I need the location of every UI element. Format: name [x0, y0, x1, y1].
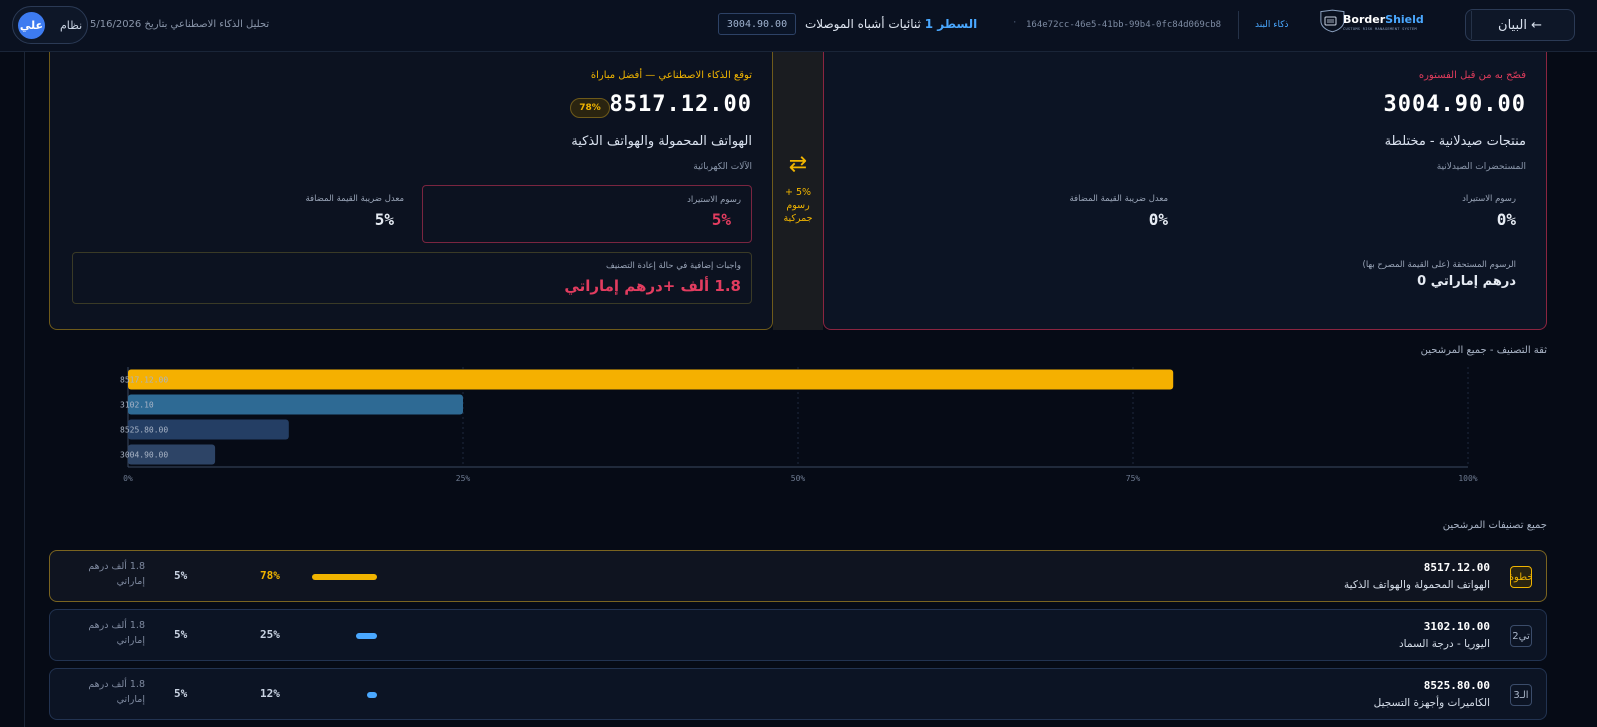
- x-tick-label: 25%: [456, 474, 471, 483]
- swap-arrows-icon: ⇄: [788, 152, 808, 177]
- confidence-bar-track: [312, 633, 377, 639]
- declared-duty-label: رسوم الاستيراد: [1462, 194, 1516, 204]
- declared-vat-value: 0%: [1148, 210, 1168, 229]
- logo-tagline: CUSTOMS RISK MANAGEMENT SYSTEM: [1343, 27, 1417, 31]
- content-border: [24, 52, 25, 727]
- duties-owed-label: الرسوم المستحقة (على القيمة المصرح بها): [1362, 260, 1516, 270]
- declared-title: فصّح به من قبل الفستوره: [1418, 70, 1526, 81]
- duties-owed-value: درهم إماراتي 0: [1417, 274, 1516, 289]
- x-tick-label: 50%: [791, 474, 806, 483]
- rank-badge: 1الخطوة: [1510, 566, 1532, 588]
- additional-duties-box: واجبات إضافية في حالة إعادة التصنيف 1.8 …: [72, 252, 752, 304]
- confidence-chart: 0% 25% 50% 75% 100% 8517.12.00 3102.10 8525.80.…: [120, 367, 1478, 483]
- confidence-bar-track: [312, 692, 377, 698]
- candidate-extra-duty: 1.8 ألف درهم إماراتي: [88, 561, 145, 587]
- candidate-extra-duty: 1.8 ألف درهم إماراتي: [88, 679, 145, 705]
- candidate-name: اليوريا - درجة السماد: [1399, 638, 1490, 650]
- divider: [1471, 11, 1472, 39]
- candidate-extra-duty: 1.8 ألف درهم إماراتي: [88, 620, 145, 646]
- chart-bar: [128, 369, 1174, 390]
- declared-hs-code: 3004.90.00: [1383, 92, 1526, 117]
- candidate-row[interactable]: 1الخطوة 8517.12.00 الهواتف المحمولة واله…: [49, 550, 1547, 602]
- row-title: السطر 1 ثنائيات أشباه الموصلات: [805, 17, 977, 31]
- candidate-name: الهواتف المحمولة والهواتف الذكية: [1344, 579, 1490, 591]
- ai-category: الآلات الكهربائية: [693, 162, 752, 172]
- confidence-bar: [356, 633, 377, 639]
- candidate-row[interactable]: 2تي 3102.10.00 اليوريا - درجة السماد 25%…: [49, 609, 1547, 661]
- row-label: السطر 1: [924, 17, 978, 31]
- declared-card: فصّح به من قبل الفستوره 3004.90.00 منتجا…: [823, 52, 1547, 330]
- declared-hs-code-chip: 3004.90.00: [718, 13, 796, 35]
- top-bar: البيان ← BorderShield CUSTOMS RISK MANAG…: [0, 0, 1597, 52]
- analysis-date: تحليل الذكاء الاصطناعي بتاريخ 5/16/2026: [90, 19, 270, 30]
- back-to-declaration-button[interactable]: البيان ←: [1465, 9, 1575, 41]
- ai-title: توقع الذكاء الاصطناعي — أفضل مباراة: [590, 70, 752, 81]
- declared-duty-value: 0%: [1496, 210, 1516, 229]
- confidence-badge: 78%: [570, 98, 610, 118]
- user-role: نظام: [60, 19, 83, 32]
- separator-dot: ·: [1012, 18, 1018, 28]
- declared-category: المستحضرات الصيدلانية: [1436, 162, 1526, 172]
- candidate-name: الكاميرات وأجهزة التسجيل: [1373, 697, 1490, 709]
- candidate-confidence: 78%: [260, 569, 280, 582]
- declared-vat-label: معدل ضريبة القيمة المضافة: [1069, 194, 1168, 204]
- category-label: 3004.90.00: [120, 451, 168, 460]
- ai-duty-box: رسوم الاستيراد 5%: [422, 185, 752, 243]
- x-tick-label: 0%: [123, 474, 133, 483]
- logo-wordmark: BorderShield: [1343, 13, 1424, 26]
- candidate-confidence: 25%: [260, 628, 280, 641]
- candidate-duty-rate: 5%: [174, 687, 188, 700]
- category-label: 8525.80.00: [120, 426, 168, 435]
- swap-indicator: ⇄ + 5% رسوم جمركية: [773, 52, 823, 330]
- user-menu[interactable]: علي نظام: [12, 6, 88, 44]
- ai-vat-label: معدل ضريبة القيمة المضافة: [305, 194, 404, 204]
- candidate-hs-code: 3102.10.00: [1423, 620, 1490, 633]
- divider: [1238, 11, 1239, 39]
- ai-prediction-card: توقع الذكاء الاصطناعي — أفضل مباراة 8517…: [49, 52, 773, 330]
- x-tick-label: 100%: [1458, 474, 1477, 483]
- candidate-duty-rate: 5%: [174, 628, 188, 641]
- ai-vat-value: 5%: [374, 210, 394, 229]
- category-label: 8517.12.00: [120, 376, 168, 385]
- candidate-confidence: 12%: [260, 687, 280, 700]
- additional-duties-value: 1.8 ألف +درهم إماراتي: [564, 277, 741, 295]
- candidate-hs-code: 8517.12.00: [1423, 561, 1490, 574]
- candidate-duty-rate: 5%: [174, 569, 188, 582]
- candidate-row[interactable]: 3الـ 8525.80.00 الكاميرات وأجهزة التسجيل…: [49, 668, 1547, 720]
- confidence-bar: [367, 692, 377, 698]
- ai-duty-value: 5%: [711, 210, 731, 229]
- category-label: 3102.10: [120, 401, 154, 410]
- avatar: علي: [18, 12, 45, 39]
- extra-duty-note: + 5% رسوم جمركية: [783, 187, 813, 224]
- rank-badge: 3الـ: [1510, 684, 1532, 706]
- additional-duties-label: واجبات إضافية في حالة إعادة التصنيف: [606, 261, 741, 271]
- confidence-bar: [312, 574, 377, 580]
- row-product: ثنائيات أشباه الموصلات: [805, 17, 921, 31]
- ai-product: الهواتف المحمولة والهواتف الذكية: [571, 134, 752, 149]
- x-tick-label: 75%: [1126, 474, 1141, 483]
- declaration-uuid: 164e72cc-46e5-41bb-99b4-0fc84d069cb8: [1026, 20, 1222, 30]
- candidates-title: جميع تصنيفات المرشحين: [1442, 520, 1547, 531]
- ai-duty-label: رسوم الاستيراد: [687, 195, 741, 205]
- rank-badge: 2تي: [1510, 625, 1532, 647]
- declared-product: منتجات صيدلانية - مختلطة: [1384, 134, 1526, 149]
- chart-title: ثقة التصنيف - جميع المرشحين: [1420, 345, 1547, 356]
- chart-bar: [128, 394, 463, 415]
- ai-item-link[interactable]: ذكاء البند: [1255, 20, 1289, 30]
- candidate-hs-code: 8525.80.00: [1423, 679, 1490, 692]
- confidence-bar-track: [312, 574, 377, 580]
- ai-hs-code: 8517.12.00: [609, 92, 752, 117]
